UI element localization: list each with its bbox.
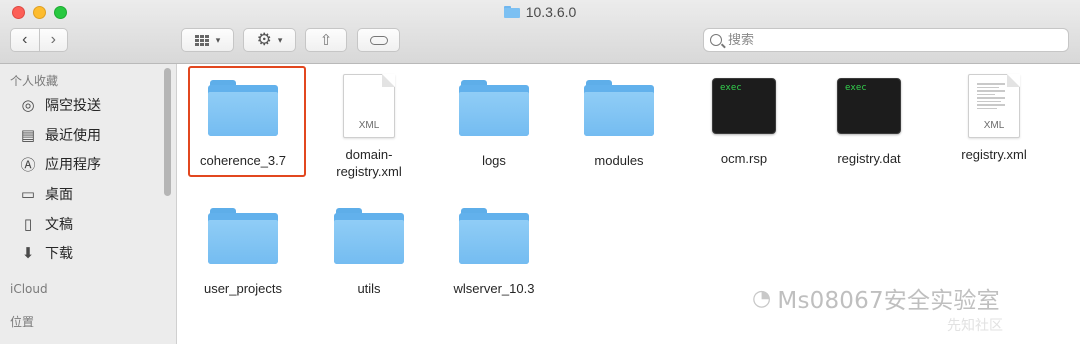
folder-icon — [459, 80, 529, 136]
view-options-button[interactable]: ▾ — [181, 28, 234, 52]
window-title: 10.3.6.0 — [0, 4, 1080, 20]
file-item-utils[interactable]: utils — [309, 202, 429, 297]
file-name: registry.xml — [961, 147, 1027, 162]
sidebar-item-downloads[interactable]: ⬇ 下载 — [18, 242, 73, 264]
finder-window: 10.3.6.0 ‹ › ▾ ⚙ ▾ ⇧ 个人收藏 ◎ 隔空投送 — [0, 0, 1080, 344]
file-item-logs[interactable]: logs — [434, 74, 554, 169]
sidebar-header-locations: 位置 — [10, 315, 35, 329]
folder-icon — [334, 208, 404, 264]
sidebar-item-desktop[interactable]: ▭ 桌面 — [18, 183, 73, 205]
folder-icon — [503, 6, 520, 18]
sidebar-item-label: 桌面 — [45, 187, 73, 203]
file-item-registry-dat[interactable]: exec registry.dat — [809, 74, 929, 167]
folder-icon — [459, 208, 529, 264]
sidebar-item-label: 最近使用 — [45, 128, 101, 144]
gear-icon: ⚙ — [256, 30, 272, 49]
file-item-wlserver[interactable]: wlserver_10.3 — [434, 202, 554, 297]
file-name: domain- registry.xml — [336, 147, 402, 179]
file-item-modules[interactable]: modules — [559, 74, 679, 169]
title-bar: 10.3.6.0 ‹ › ▾ ⚙ ▾ ⇧ — [0, 0, 1080, 64]
search-input[interactable] — [728, 32, 1048, 48]
sidebar-item-recents[interactable]: ▤ 最近使用 — [18, 124, 101, 146]
sidebar-header-icloud: iCloud — [10, 282, 48, 296]
sidebar-item-label: 隔空投送 — [45, 98, 101, 114]
folder-icon — [208, 208, 278, 264]
sidebar-item-documents[interactable]: ▯ 文稿 — [18, 213, 73, 235]
back-button[interactable]: ‹ — [11, 29, 40, 51]
back-forward-group: ‹ › — [10, 28, 68, 52]
sidebar-header-favorites: 个人收藏 — [10, 74, 59, 88]
action-menu-button[interactable]: ⚙ ▾ — [243, 28, 296, 52]
watermark-sub: 先知社区 — [947, 318, 1003, 334]
sidebar-item-label: 下载 — [45, 246, 73, 262]
downloads-icon: ⬇ — [21, 244, 35, 262]
file-name: modules — [594, 153, 644, 168]
file-name: wlserver_10.3 — [453, 281, 535, 296]
share-icon: ⇧ — [319, 32, 333, 49]
wechat-icon: ◔ — [752, 285, 772, 311]
sidebar-scrollbar[interactable] — [164, 68, 171, 196]
tag-button[interactable] — [357, 28, 400, 52]
file-name: registry.dat — [837, 151, 901, 166]
search-field[interactable] — [703, 28, 1069, 52]
grid-view-icon — [194, 34, 209, 46]
file-item-user-projects[interactable]: user_projects — [183, 202, 303, 297]
applications-icon: Ⓐ — [20, 155, 36, 174]
sidebar: 个人收藏 ◎ 隔空投送 ▤ 最近使用 Ⓐ 应用程序 ▭ 桌面 ▯ 文稿 ⬇ 下载… — [0, 64, 177, 344]
desktop-icon: ▭ — [20, 185, 36, 203]
chevron-down-icon: ▾ — [277, 34, 283, 45]
file-name: user_projects — [203, 281, 283, 296]
file-name: coherence_3.7 — [199, 153, 286, 168]
file-name: logs — [482, 153, 506, 168]
file-item-domain-registry[interactable]: XML domain- registry.xml — [309, 74, 429, 180]
file-item-registry-xml[interactable]: XML registry.xml — [934, 74, 1054, 163]
chevron-down-icon: ▾ — [215, 34, 221, 45]
file-item-coherence[interactable]: coherence_3.7 — [183, 74, 303, 169]
sidebar-item-label: 应用程序 — [45, 157, 101, 173]
folder-icon — [208, 80, 278, 136]
xml-file-icon: XML — [343, 74, 395, 138]
folder-icon — [584, 80, 654, 136]
file-item-ocm-rsp[interactable]: exec ocm.rsp — [684, 74, 804, 167]
watermark: ◔ Ms08067安全实验室 — [752, 281, 1000, 315]
file-name: utils — [357, 281, 381, 296]
sidebar-item-applications[interactable]: Ⓐ 应用程序 — [18, 153, 101, 175]
terminal-exec-icon: exec — [837, 78, 901, 134]
search-icon — [710, 34, 722, 46]
xml-preview-icon: XML — [968, 74, 1020, 138]
airdrop-icon: ◎ — [21, 96, 35, 114]
recents-icon: ▤ — [20, 126, 36, 144]
documents-icon: ▯ — [23, 215, 33, 233]
window-title-text: 10.3.6.0 — [525, 4, 577, 20]
sidebar-item-airdrop[interactable]: ◎ 隔空投送 — [18, 94, 101, 116]
watermark-text: Ms08067安全实验室 — [777, 288, 1000, 314]
tag-icon — [369, 35, 388, 45]
sidebar-item-label: 文稿 — [45, 217, 73, 233]
forward-button[interactable]: › — [40, 29, 68, 51]
file-name: ocm.rsp — [720, 151, 768, 166]
terminal-exec-icon: exec — [712, 78, 776, 134]
share-button[interactable]: ⇧ — [305, 28, 347, 52]
